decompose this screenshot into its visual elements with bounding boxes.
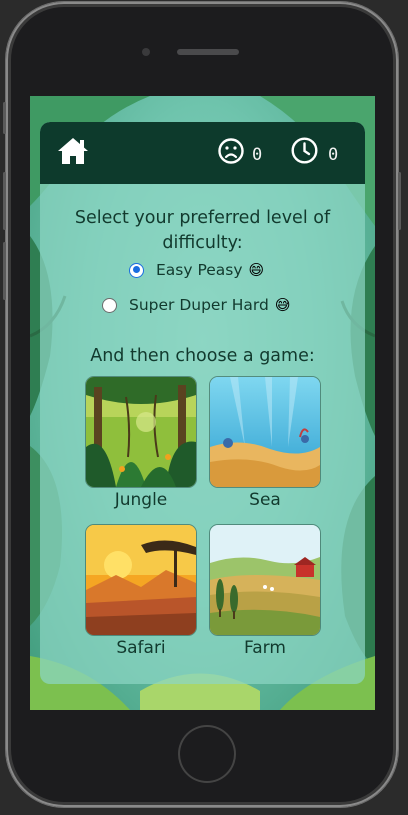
game-card-sea[interactable]: Sea: [209, 376, 321, 510]
sad-face-icon: [218, 138, 244, 164]
farm-label[interactable]: Farm: [209, 638, 321, 658]
game-setup-panel: 0 0 Select your preferred level of diffi…: [40, 122, 365, 684]
front-camera: [142, 48, 150, 56]
volume-up-button: [3, 172, 6, 230]
difficulty-option-easy[interactable]: Easy Peasy 😄: [129, 261, 264, 279]
hard-radio-button[interactable]: [102, 297, 117, 313]
jungle-label[interactable]: Jungle: [85, 490, 197, 510]
difficulty-option-hard[interactable]: Super Duper Hard 😅: [102, 296, 291, 314]
difficulty-prompt: Select your preferred level of difficult…: [40, 206, 365, 256]
volume-down-button: [3, 242, 6, 300]
timer-counter: 0: [328, 145, 339, 165]
game-card-farm[interactable]: Farm: [209, 524, 321, 658]
top-bar: 0 0: [40, 122, 365, 184]
mistakes-counter: 0: [252, 145, 263, 165]
sweat-smile-emoji: 😅: [274, 296, 291, 314]
sea-label[interactable]: Sea: [209, 490, 321, 510]
difficulty-prompt-line1: Select your preferred level of: [74, 208, 331, 228]
difficulty-prompt-line2: difficulty:: [162, 233, 243, 253]
app-screen: 0 0 Select your preferred level of diffi…: [30, 96, 375, 710]
clock-icon: [291, 137, 318, 164]
sea-thumbnail[interactable]: [209, 376, 321, 488]
safari-label[interactable]: Safari: [85, 638, 197, 658]
easy-radio-button[interactable]: [129, 262, 144, 278]
earpiece-speaker: [177, 49, 239, 55]
safari-thumbnail[interactable]: [85, 524, 197, 636]
phone-home-button: [178, 725, 236, 783]
farm-thumbnail[interactable]: [209, 524, 321, 636]
game-card-jungle[interactable]: Jungle: [85, 376, 197, 510]
easy-option-label[interactable]: Easy Peasy: [156, 261, 243, 279]
hard-option-label[interactable]: Super Duper Hard: [129, 296, 269, 314]
grinning-emoji: 😄: [248, 261, 265, 279]
jungle-thumbnail[interactable]: [85, 376, 197, 488]
power-button: [398, 172, 401, 230]
mute-switch: [3, 102, 6, 134]
game-card-safari[interactable]: Safari: [85, 524, 197, 658]
home-icon[interactable]: [56, 136, 90, 166]
game-prompt: And then choose a game:: [90, 346, 315, 366]
